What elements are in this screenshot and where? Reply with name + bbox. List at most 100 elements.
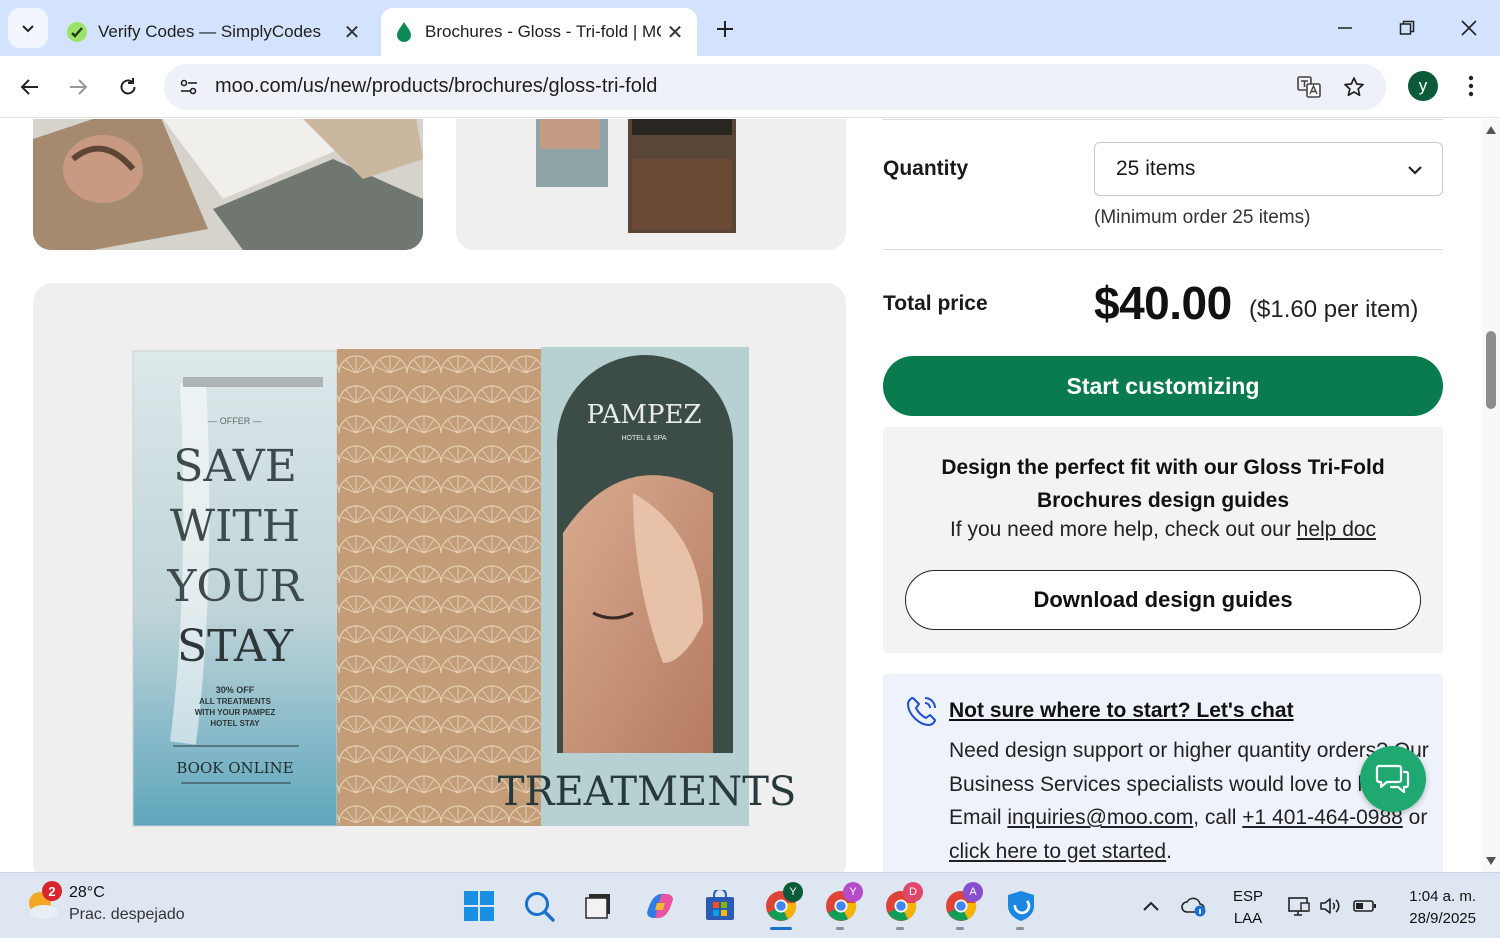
browser-menu-button[interactable] [1456, 69, 1486, 103]
chat-body-text-4: . [1166, 839, 1172, 863]
taskbar-task-view-button[interactable] [578, 886, 618, 926]
language-code: ESP [1233, 888, 1264, 905]
profile-avatar[interactable]: y [1408, 71, 1438, 101]
per-item-price: ($1.60 per item) [1249, 296, 1419, 323]
cloud-info-icon [1181, 897, 1206, 917]
taskbar-start-button[interactable] [459, 886, 499, 926]
close-window-button[interactable] [1449, 8, 1489, 48]
copilot-icon [647, 893, 673, 919]
url-text[interactable]: moo.com/us/new/products/brochures/gloss-… [215, 75, 657, 98]
restore-icon [1399, 20, 1415, 35]
keyboard-layout: LAA [1233, 910, 1263, 927]
battery-icon [1353, 900, 1376, 912]
chrome-profile-badge: D [903, 882, 923, 902]
brochure-thumbnail-image [33, 119, 423, 250]
quantity-label: Quantity [883, 157, 969, 180]
taskbar-copilot-button[interactable] [640, 886, 680, 926]
arrow-left-icon [20, 79, 38, 95]
chat-body-text: Need design support or higher quantity o… [949, 734, 1429, 868]
windows-taskbar: 2 28°C Prac. despejado Y Y D A ESP LAA 1… [0, 872, 1500, 938]
brochure-offer-text: — OFFER — [208, 416, 262, 426]
taskbar-search-button[interactable] [519, 886, 559, 926]
minimize-button[interactable] [1325, 8, 1365, 48]
scrollbar-thumb[interactable] [1486, 331, 1496, 409]
reload-button[interactable] [109, 68, 147, 106]
scroll-up-arrow-icon[interactable] [1485, 124, 1497, 136]
forward-button[interactable] [59, 68, 97, 106]
chat-title-link[interactable]: Not sure where to start? Let's chat [949, 699, 1294, 723]
scroll-down-arrow-icon[interactable] [1485, 855, 1497, 867]
email-link[interactable]: inquiries@moo.com [1007, 806, 1193, 829]
language-indicator[interactable]: ESP LAA [1233, 886, 1263, 930]
chrome-profile-badge: Y [783, 882, 803, 902]
chat-body-text-3: or [1402, 806, 1428, 829]
chrome-profile-badge: Y [843, 882, 863, 902]
start-customizing-button[interactable]: Start customizing [883, 356, 1443, 416]
weather-condition[interactable]: Prac. despejado [69, 906, 185, 924]
running-app-indicator [1016, 927, 1024, 930]
help-text: If you need more help, check out our hel… [883, 518, 1443, 542]
taskbar-chrome-profile-4[interactable]: A [941, 882, 983, 926]
total-price-label: Total price [883, 292, 988, 315]
product-main-image[interactable]: — OFFER — SAVE WITH YOUR STAY 30% OFF AL… [33, 283, 846, 872]
taskbar-chrome-profile-2[interactable]: Y [821, 882, 863, 926]
bookmark-star-icon[interactable] [1339, 72, 1369, 102]
battery-tray[interactable] [1352, 893, 1378, 919]
taskbar-chrome-profile-3[interactable]: D [881, 882, 923, 926]
page-content: — OFFER — SAVE WITH YOUR STAY 30% OFF AL… [0, 119, 1482, 872]
page-scrollbar[interactable] [1482, 119, 1500, 872]
restore-button[interactable] [1387, 8, 1427, 48]
close-tab-icon[interactable]: ✕ [338, 18, 366, 46]
brochure-promo-4: HOTEL STAY [210, 719, 260, 728]
brochure-thumbnail-image [456, 119, 846, 250]
shield-icon [1008, 891, 1034, 921]
get-started-link[interactable]: click here to get started [949, 840, 1166, 863]
product-thumbnail[interactable] [33, 119, 423, 250]
translate-icon[interactable] [1294, 72, 1324, 102]
chat-launcher-button[interactable] [1360, 746, 1426, 812]
brochure-book-text: BOOK ONLINE [176, 759, 293, 777]
chevron-up-icon [1143, 901, 1159, 911]
running-app-indicator [836, 927, 844, 930]
show-hidden-icons-button[interactable] [1138, 893, 1164, 919]
chat-support-panel: Not sure where to start? Let's chat Need… [883, 674, 1443, 872]
download-design-guides-button[interactable]: Download design guides [905, 570, 1421, 630]
weather-temperature[interactable]: 28°C [69, 884, 105, 902]
phone-icon [907, 697, 936, 726]
product-thumbnail[interactable] [456, 119, 846, 250]
brochure-brand-text: PAMPEZ [586, 400, 701, 430]
brochure-headline-3: YOUR [166, 561, 304, 612]
site-info-icon[interactable] [174, 72, 204, 102]
close-tab-icon[interactable]: ✕ [661, 18, 689, 46]
minimum-order-note: (Minimum order 25 items) [1094, 207, 1311, 228]
brochure-treatments-text: TREATMENTS [498, 769, 797, 815]
brochure-headline-4: STAY [177, 621, 294, 672]
taskbar-chrome-profile-1[interactable]: Y [761, 882, 803, 926]
tab-search-button[interactable] [8, 8, 48, 48]
taskbar-store-button[interactable] [700, 886, 740, 926]
network-monitor-icon [1288, 897, 1310, 916]
volume-tray[interactable] [1317, 893, 1343, 919]
brochure-headline-1: SAVE [173, 441, 297, 492]
network-tray[interactable] [1286, 893, 1312, 919]
simplycodes-favicon-icon [66, 21, 88, 43]
tab-simplycodes[interactable]: Verify Codes — SimplyCodes ✕ [56, 8, 374, 56]
tab-title: Verify Codes — SimplyCodes [98, 22, 321, 41]
clock-time: 1:04 a. m. [1409, 888, 1476, 905]
reload-icon [120, 78, 136, 95]
system-clock[interactable]: 1:04 a. m. 28/9/2025 [1392, 886, 1476, 930]
help-doc-link[interactable]: help doc [1297, 518, 1376, 541]
phone-link[interactable]: +1 401-464-0988 [1242, 806, 1403, 829]
brochure-promo-3: WITH YOUR PAMPEZ [195, 708, 276, 717]
tab-title: Brochures - Gloss - Tri-fold | MOO [425, 22, 661, 41]
quantity-value: 25 items [1116, 157, 1196, 180]
microsoft-store-icon [706, 890, 734, 920]
taskbar-shield-app[interactable] [1001, 886, 1041, 926]
onedrive-tray[interactable] [1181, 893, 1207, 919]
divider [883, 119, 1443, 120]
address-bar[interactable]: moo.com/us/new/products/brochures/gloss-… [164, 64, 1386, 110]
new-tab-button[interactable] [708, 12, 742, 46]
tab-moo-brochures[interactable]: Brochures - Gloss - Tri-fold | MOO ✕ [381, 8, 697, 56]
back-button[interactable] [11, 68, 49, 106]
quantity-select[interactable]: 25 items [1094, 142, 1443, 196]
